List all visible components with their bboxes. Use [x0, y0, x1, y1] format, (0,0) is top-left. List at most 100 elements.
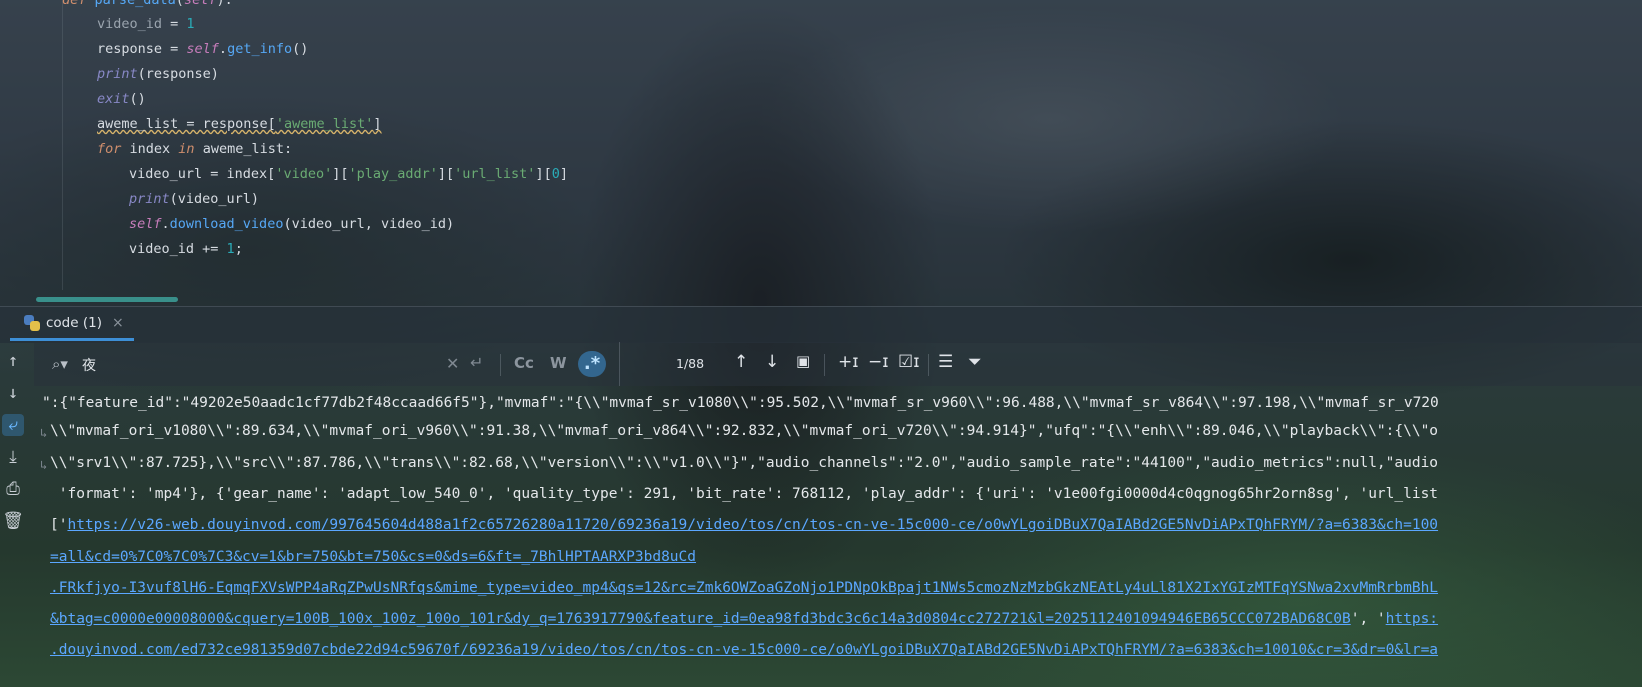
search-icon[interactable]: ⌕▾	[52, 355, 68, 373]
search-input[interactable]: 夜	[82, 355, 96, 375]
divider	[824, 354, 825, 376]
code-token: self	[183, 0, 217, 8]
code-token: video_id +=	[129, 241, 227, 257]
python-icon	[24, 314, 40, 331]
code-token: print	[129, 191, 170, 207]
code-editor[interactable]: def parse_data(self): video_id = 1 respo…	[0, 0, 1642, 306]
console-sidebar: ↑ ↓ ⤶ ⤓ ⎙ 🗑	[0, 342, 26, 687]
url-link[interactable]: &btag=c0000e00008000&cquery=100B_100x_10…	[50, 611, 1351, 627]
select-all-occurrences-icon[interactable]: ☑ɪ	[898, 352, 920, 372]
divider	[928, 354, 929, 376]
code-line[interactable]: aweme_list = response['aweme_list']	[97, 114, 382, 134]
new-line-icon[interactable]: ↵	[470, 353, 483, 372]
code-token: 'video'	[275, 166, 333, 182]
code-token: ;	[234, 241, 243, 257]
code-token: (video_url, video_id)	[283, 216, 455, 232]
code-token: aweme_list = response[	[97, 116, 276, 132]
console-line: \\"srv1\\":87.725},\\"src\\":87.786,\\"t…	[50, 452, 1438, 474]
regex-toggle[interactable]: .*	[578, 351, 606, 377]
code-token: def	[62, 0, 95, 8]
console-output[interactable]: ":{"feature_id":"49202e50aadc1cf77db2f48…	[34, 386, 1642, 687]
code-line[interactable]: exit()	[97, 89, 146, 109]
code-line[interactable]: video_url = index['video']['play_addr'][…	[129, 164, 568, 184]
console-text: \\"srv1\\":87.725},\\"src\\":87.786,\\"t…	[50, 455, 1439, 471]
arrow-down-icon[interactable]: ↓	[2, 382, 24, 404]
code-token: video_url = index[	[129, 166, 276, 182]
search-field[interactable]: ⌕▾ 夜 ✕ ↵ Cc W .*	[34, 342, 620, 386]
find-bar: ⌕▾ 夜 ✕ ↵ Cc W .* 1/88 ↑ ↓ ▣ +ɪ −ɪ ☑ɪ ☰ ⏷	[34, 342, 1642, 386]
console-line: ['https://v26-web.douyinvod.com/99764560…	[50, 514, 1438, 536]
console-line: .FRkfjyo-I3vuf8lH6-EqmqFXVsWPP4aRqZPwUsN…	[50, 577, 1438, 599]
console-line: &btag=c0000e00008000&cquery=100B_100x_10…	[50, 608, 1438, 630]
previous-occurrence-icon[interactable]: ↑	[734, 352, 748, 372]
clear-icon[interactable]: ✕	[446, 354, 459, 373]
console-line: 'format': 'mp4'}, {'gear_name': 'adapt_l…	[50, 483, 1438, 505]
code-token: self	[129, 216, 162, 232]
in-selection-icon[interactable]: ▣	[796, 352, 810, 370]
tab-label: code (1)	[46, 314, 102, 331]
code-token: index	[121, 141, 179, 157]
code-line[interactable]: video_id += 1;	[129, 239, 243, 259]
code-token: ][	[437, 166, 455, 182]
remove-occurrence-icon[interactable]: −ɪ	[868, 352, 889, 372]
code-token: download_video	[169, 216, 284, 232]
url-link[interactable]: =all&cd=0%7C0%7C0%7C3&cv=1&br=750&bt=750…	[50, 549, 696, 565]
code-token: ]	[373, 116, 382, 132]
scroll-to-end-icon[interactable]: ⤓	[2, 446, 24, 468]
code-line-def[interactable]: def parse_data(self):	[62, 0, 233, 10]
filter-options-icon[interactable]: ☰	[938, 352, 953, 372]
code-token: print	[97, 66, 138, 82]
divider	[500, 354, 501, 376]
url-link[interactable]: .douyinvod.com/ed732ce981359d07cbde22d94…	[50, 642, 1438, 658]
print-icon[interactable]: ⎙	[2, 478, 24, 500]
console-line: =all&cd=0%7C0%7C0%7C3&cv=1&br=750&bt=750…	[50, 546, 696, 568]
console-line: .douyinvod.com/ed732ce981359d07cbde22d94…	[50, 639, 1438, 661]
code-token: 1	[186, 16, 195, 32]
arrow-up-icon[interactable]: ↑	[2, 350, 24, 372]
code-line[interactable]: for index in aweme_list:	[97, 139, 292, 159]
code-token: 1	[226, 241, 235, 257]
tab-run-code[interactable]: code (1) ×	[10, 307, 134, 341]
add-occurrence-icon[interactable]: +ɪ	[838, 352, 859, 372]
code-token: .	[218, 41, 228, 57]
code-token: parse_data	[94, 0, 176, 8]
code-line[interactable]: print(video_url)	[129, 189, 259, 209]
code-line[interactable]: response = self.get_info()	[97, 39, 308, 59]
code-token: ):	[216, 0, 233, 8]
words-toggle[interactable]: W	[550, 354, 567, 372]
code-token: (response)	[137, 66, 219, 82]
soft-wrap-icon[interactable]: ⤶	[2, 414, 24, 436]
code-token: get_info	[227, 41, 293, 57]
run-tabbar: code (1) ×	[0, 306, 1642, 343]
code-token: ][	[332, 166, 349, 182]
code-token: ()	[292, 41, 309, 57]
url-link[interactable]: https:	[1386, 611, 1438, 627]
url-link[interactable]: .FRkfjyo-I3vuf8lH6-EqmqFXVsWPP4aRqZPwUsN…	[50, 580, 1438, 596]
code-token: ][	[535, 166, 552, 182]
next-occurrence-icon[interactable]: ↓	[765, 352, 779, 372]
code-token: .	[161, 216, 170, 232]
code-line[interactable]: video_id = 1	[97, 14, 195, 34]
soft-wrap-icon: ↳	[40, 426, 48, 440]
code-token: video_id	[97, 16, 163, 32]
code-line[interactable]: print(response)	[97, 64, 219, 84]
console-text: \\"mvmaf_ori_v1080\\":89.634,\\"mvmaf_or…	[50, 423, 1439, 439]
code-token: response =	[97, 41, 187, 57]
code-token: exit	[97, 91, 130, 107]
trash-icon[interactable]: 🗑	[2, 510, 24, 532]
code-token: self	[186, 41, 219, 57]
code-token: aweme_list:	[194, 141, 293, 157]
code-token: ]	[559, 166, 568, 182]
code-line[interactable]: self.download_video(video_url, video_id)	[129, 214, 454, 234]
horizontal-scrollbar[interactable]	[36, 297, 178, 302]
code-token: =	[162, 16, 187, 32]
indent-guide	[62, 0, 63, 290]
console-text: 'format': 'mp4'}, {'gear_name': 'adapt_l…	[50, 486, 1439, 502]
match-case-toggle[interactable]: Cc	[514, 354, 534, 372]
close-icon[interactable]: ×	[112, 315, 124, 331]
code-token: 'play_addr'	[348, 166, 438, 182]
filter-icon[interactable]: ⏷	[968, 352, 982, 372]
console-text: ['	[50, 517, 68, 533]
console-line: ":{"feature_id":"49202e50aadc1cf77db2f48…	[42, 392, 1439, 414]
url-link[interactable]: https://v26-web.douyinvod.com/997645604d…	[67, 517, 1438, 533]
